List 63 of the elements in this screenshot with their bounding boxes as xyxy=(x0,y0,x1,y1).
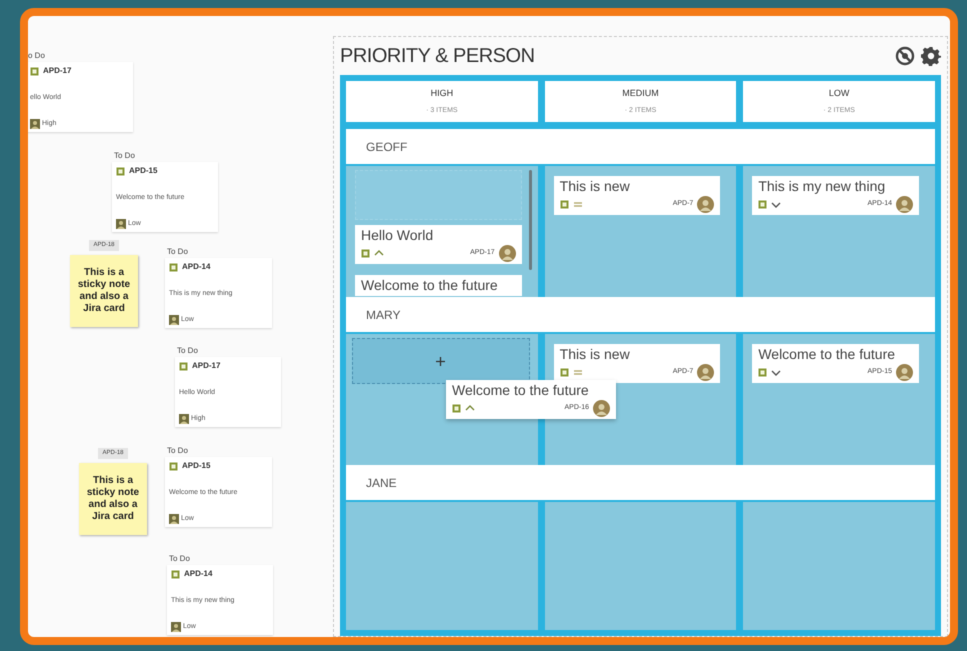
story-icon xyxy=(116,166,125,176)
avatar-icon xyxy=(697,364,714,380)
issue-key: APD-14 xyxy=(184,568,212,580)
move-cursor-icon xyxy=(436,356,446,366)
story-icon xyxy=(179,362,188,370)
issue-summary: This is my new thing xyxy=(758,178,886,195)
story-icon xyxy=(169,462,178,470)
lane-header: GEOFF xyxy=(346,129,935,164)
story-icon xyxy=(560,368,569,376)
priority-low-icon xyxy=(771,200,782,208)
issue-summary: Hello World xyxy=(361,227,434,244)
priority-high-icon xyxy=(465,404,475,412)
avatar-icon xyxy=(169,514,179,524)
avatar-icon xyxy=(697,196,714,212)
priority-high-icon xyxy=(374,248,384,258)
issue-key: APD-17 xyxy=(43,65,72,77)
avatar-icon xyxy=(593,400,610,416)
column-name: MEDIUM xyxy=(622,86,659,100)
avatar-icon xyxy=(179,414,189,424)
sticky-note[interactable]: This is a sticky note and also a Jira card xyxy=(70,255,138,327)
issue-summary: This is new xyxy=(560,346,631,363)
avatar-icon xyxy=(896,196,913,212)
status-label: o Do xyxy=(28,50,46,62)
story-icon xyxy=(560,200,569,208)
avatar-icon xyxy=(169,314,179,325)
story-icon xyxy=(361,248,370,258)
issue-key: APD-17 xyxy=(192,360,220,372)
story-icon xyxy=(452,404,461,412)
priority-medium-icon xyxy=(572,200,583,208)
priority-medium-icon xyxy=(572,368,583,376)
avatar-icon xyxy=(116,218,126,229)
column-name: LOW xyxy=(828,86,850,100)
story-icon xyxy=(171,570,180,578)
status-label: To Do xyxy=(176,345,199,357)
sticky-note[interactable]: This is a sticky note and also a Jira card xyxy=(79,463,147,535)
lane-header: JANE xyxy=(346,465,935,500)
avatar-icon xyxy=(30,118,40,129)
status-label: To Do xyxy=(113,150,136,162)
status-label: To Do xyxy=(168,553,191,565)
status-label: To Do xyxy=(166,445,189,457)
issue-key: APD-14 xyxy=(182,261,210,273)
issue-key: APD-15 xyxy=(129,165,158,177)
board-title: PRIORITY & PERSON xyxy=(340,44,535,69)
avatar-icon xyxy=(896,364,913,380)
story-icon xyxy=(30,66,39,76)
issue-summary: Welcome to the future xyxy=(758,346,896,363)
issue-summary: This is new xyxy=(560,178,631,195)
priority-low-icon xyxy=(771,368,782,376)
issue-summary: Welcome to the future xyxy=(452,382,590,399)
status-label: To Do xyxy=(166,246,189,258)
column-name: HIGH xyxy=(430,86,454,100)
issue-card[interactable]: Welcome to the future xyxy=(355,275,522,296)
settings-icon[interactable] xyxy=(921,46,941,66)
story-icon xyxy=(758,200,768,208)
story-icon xyxy=(758,368,768,376)
lane-header: MARY xyxy=(346,297,935,332)
story-icon xyxy=(169,262,178,272)
avatar-icon xyxy=(171,622,181,632)
scrollbar[interactable] xyxy=(528,170,532,270)
issue-key: APD-15 xyxy=(182,460,210,472)
hide-icon[interactable] xyxy=(895,46,915,66)
avatar-icon xyxy=(498,244,516,262)
issue-summary: Welcome to the future xyxy=(361,277,499,294)
